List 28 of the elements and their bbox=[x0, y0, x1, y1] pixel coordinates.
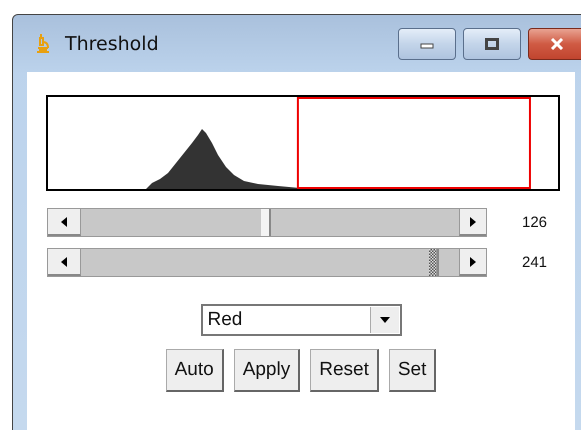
right-arrow-icon bbox=[469, 256, 477, 266]
scroll-right-button[interactable] bbox=[459, 209, 486, 236]
slider-value: 126 bbox=[522, 214, 548, 231]
microscope-icon bbox=[35, 32, 51, 54]
maximize-icon bbox=[485, 38, 499, 50]
dropdown-button[interactable] bbox=[370, 307, 398, 333]
scroll-left-button[interactable] bbox=[48, 209, 81, 236]
minimize-button[interactable] bbox=[398, 28, 456, 60]
window-title: Threshold bbox=[65, 32, 159, 54]
scroll-right-button[interactable] bbox=[459, 249, 486, 276]
scrollbar[interactable] bbox=[47, 208, 487, 237]
action-button[interactable]: Reset bbox=[310, 349, 379, 392]
maximize-button[interactable] bbox=[463, 28, 521, 60]
slider-value: 241 bbox=[522, 254, 548, 271]
scrollbar-thumb[interactable] bbox=[428, 249, 439, 276]
action-button[interactable]: Set bbox=[388, 349, 436, 392]
close-icon bbox=[549, 38, 565, 50]
right-arrow-icon bbox=[469, 216, 477, 226]
channel-dropdown[interactable]: Red bbox=[200, 304, 402, 336]
scrollbar-thumb[interactable] bbox=[261, 209, 272, 236]
action-button[interactable]: Apply bbox=[234, 349, 300, 392]
left-arrow-icon bbox=[60, 216, 68, 226]
scrollbar[interactable] bbox=[47, 248, 487, 277]
left-arrow-icon bbox=[60, 256, 68, 266]
action-button[interactable]: Auto bbox=[166, 349, 224, 392]
close-button[interactable] bbox=[528, 28, 581, 60]
caret-icon bbox=[380, 317, 390, 323]
scroll-left-button[interactable] bbox=[48, 249, 81, 276]
